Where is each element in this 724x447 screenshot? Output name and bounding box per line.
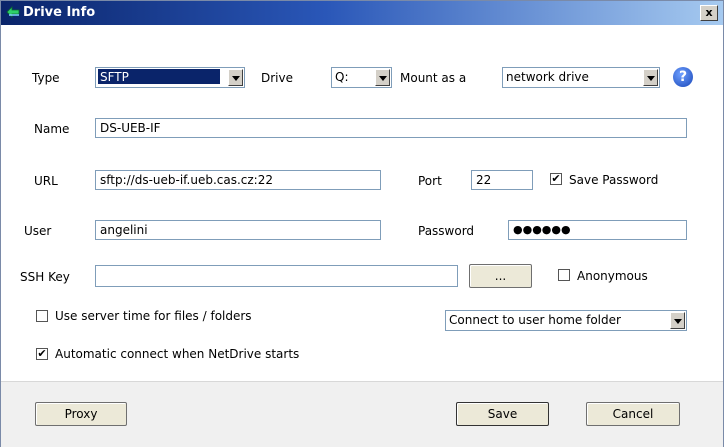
save-button[interactable]: Save bbox=[456, 402, 549, 426]
url-label: URL bbox=[34, 174, 58, 188]
help-icon[interactable]: ? bbox=[673, 67, 693, 87]
anonymous-label: Anonymous bbox=[577, 269, 648, 283]
chevron-down-icon[interactable] bbox=[670, 312, 685, 329]
connect-folder-value: Connect to user home folder bbox=[449, 313, 621, 327]
window-title: Drive Info bbox=[23, 5, 96, 20]
type-value: SFTP bbox=[98, 69, 220, 84]
auto-connect-label: Automatic connect when NetDrive starts bbox=[55, 347, 300, 361]
netdrive-logo-icon bbox=[6, 6, 20, 18]
close-button[interactable]: x bbox=[700, 5, 718, 21]
port-input[interactable]: 22 bbox=[471, 170, 533, 190]
name-input[interactable]: DS-UEB-IF bbox=[95, 118, 687, 138]
port-label: Port bbox=[418, 174, 442, 188]
name-label: Name bbox=[34, 122, 70, 136]
ssh-key-input[interactable] bbox=[95, 265, 458, 287]
chevron-down-icon[interactable] bbox=[228, 69, 243, 86]
server-time-checkbox[interactable] bbox=[36, 310, 48, 322]
url-input[interactable]: sftp://ds-ueb-if.ueb.cas.cz:22 bbox=[95, 170, 381, 190]
button-bar: Proxy Save Cancel bbox=[1, 381, 723, 447]
server-time-label: Use server time for files / folders bbox=[55, 309, 252, 323]
user-input[interactable]: angelini bbox=[95, 220, 381, 240]
password-input[interactable]: ●●●●●● bbox=[508, 220, 687, 240]
drive-info-dialog: Drive Info x Type SFTP Drive Q: Mount as… bbox=[0, 0, 724, 447]
chevron-down-icon[interactable] bbox=[643, 69, 658, 86]
mount-as-value: network drive bbox=[506, 70, 589, 84]
chevron-down-icon[interactable] bbox=[375, 69, 390, 86]
title-bar[interactable]: Drive Info x bbox=[1, 1, 723, 25]
cancel-button[interactable]: Cancel bbox=[586, 402, 680, 426]
anonymous-checkbox[interactable] bbox=[558, 269, 570, 281]
save-password-checkbox[interactable]: ✔ bbox=[550, 173, 562, 185]
password-label: Password bbox=[418, 224, 475, 238]
user-label: User bbox=[24, 224, 52, 238]
auto-connect-checkbox[interactable]: ✔ bbox=[36, 348, 48, 360]
mount-as-label: Mount as a bbox=[400, 71, 467, 85]
proxy-button[interactable]: Proxy bbox=[35, 402, 127, 426]
browse-button[interactable]: ... bbox=[469, 264, 532, 288]
type-label: Type bbox=[32, 71, 60, 85]
save-password-label: Save Password bbox=[569, 173, 659, 187]
mount-as-select[interactable]: network drive bbox=[502, 67, 660, 88]
ssh-key-label: SSH Key bbox=[20, 270, 70, 284]
drive-select[interactable]: Q: bbox=[331, 67, 392, 88]
type-select[interactable]: SFTP bbox=[95, 67, 245, 88]
connect-folder-select[interactable]: Connect to user home folder bbox=[445, 310, 687, 331]
drive-value: Q: bbox=[335, 70, 349, 84]
drive-label: Drive bbox=[261, 71, 293, 85]
close-icon: x bbox=[705, 6, 713, 19]
